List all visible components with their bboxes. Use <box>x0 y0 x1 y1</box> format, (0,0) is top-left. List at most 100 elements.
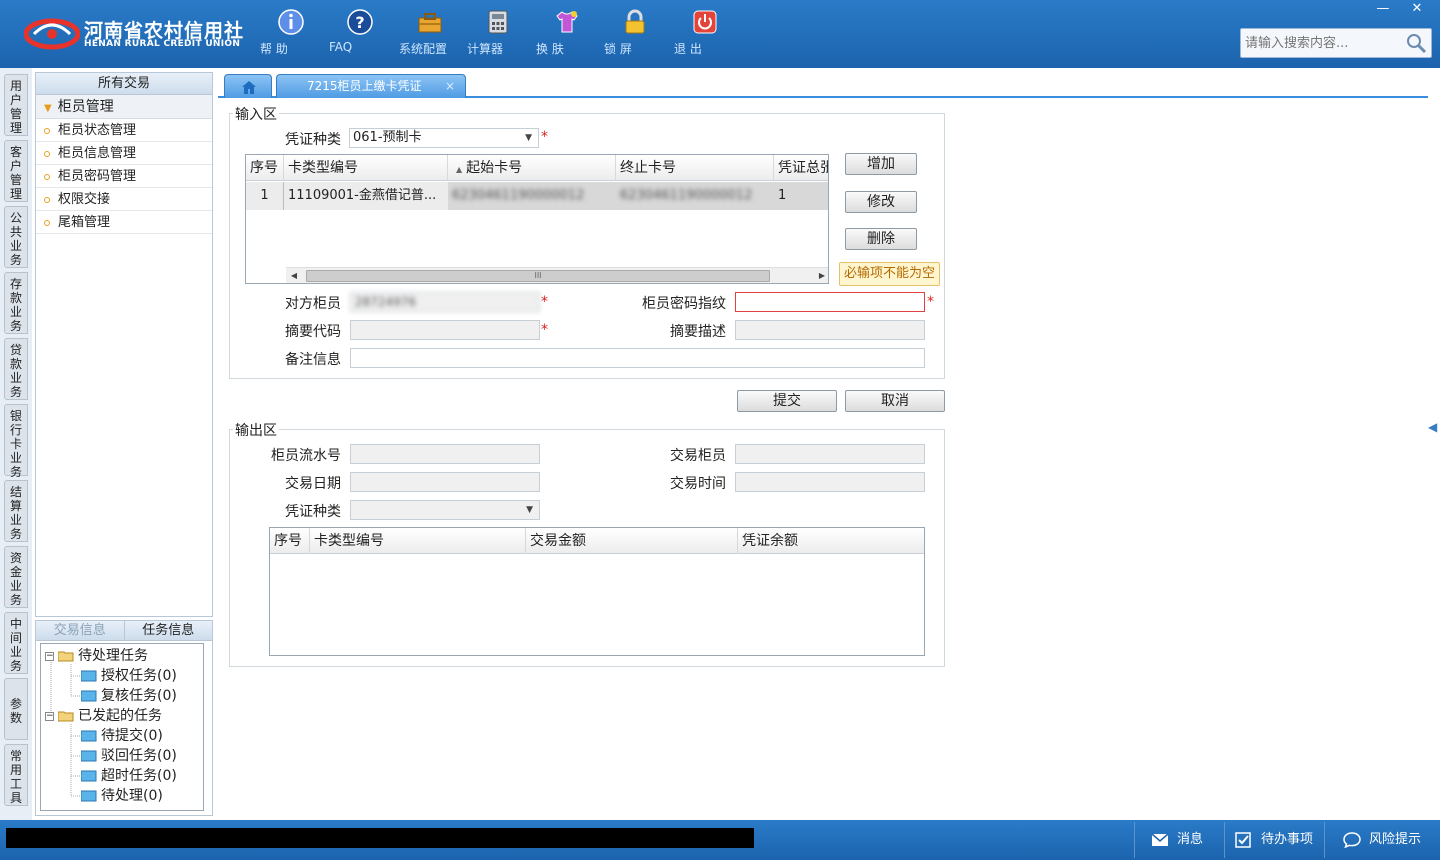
scroll-left-icon[interactable]: ◀ <box>286 268 302 283</box>
tree-node-to-submit[interactable]: 待提交(0) <box>81 726 163 746</box>
tab-close-icon[interactable]: × <box>445 75 455 97</box>
minimize-button[interactable]: — <box>1368 0 1398 18</box>
search-box <box>1240 28 1432 58</box>
nav-item-teller-password[interactable]: 柜员密码管理 <box>36 165 212 188</box>
status-message-area <box>6 828 754 848</box>
nav-group-teller-management[interactable]: ▼ 柜员管理 <box>36 95 212 119</box>
vtab-common-tools[interactable]: 常用工具 <box>4 744 28 806</box>
help-label: 帮 助 <box>260 42 288 56</box>
tab-home[interactable] <box>224 74 272 98</box>
cancel-button[interactable]: 取消 <box>845 390 945 412</box>
horizontal-scrollbar[interactable]: ◀ III ▶ <box>286 267 828 283</box>
tab-task-info[interactable]: 任务信息 <box>125 621 213 640</box>
table-row[interactable]: 1 11109001-金燕借记普... 6230461190000012 623… <box>246 182 828 210</box>
tree-node-initiated-tasks[interactable]: − 已发起的任务 <box>45 706 162 726</box>
collapse-icon[interactable]: − <box>45 651 54 661</box>
close-window-button[interactable]: ✕ <box>1402 0 1432 18</box>
voucher-type-select[interactable]: 061-预制卡 ▼ <box>349 128 539 148</box>
submit-button[interactable]: 提交 <box>737 390 837 412</box>
tab-transaction-info[interactable]: 交易信息 <box>36 621 125 640</box>
delete-button[interactable]: 删除 <box>845 228 917 250</box>
tree-node-timeout[interactable]: 超时任务(0) <box>81 766 177 786</box>
vtab-customer-management[interactable]: 客户管理 <box>4 140 28 202</box>
add-button[interactable]: 增加 <box>845 153 917 175</box>
search-icon[interactable] <box>1405 32 1427 54</box>
col-count[interactable]: 凭证总张 <box>774 155 828 181</box>
col-start-no[interactable]: ▲ 起始卡号 <box>448 155 616 181</box>
task-panel: 交易信息 任务信息 − 待处理任务 授权任务(0) 复核任务(0) − 已发起的任务… <box>35 620 213 816</box>
nav-item-teller-info[interactable]: 柜员信息管理 <box>36 142 212 165</box>
search-input[interactable] <box>1245 34 1405 52</box>
vtab-user-management[interactable]: 用户管理 <box>4 74 28 136</box>
vtab-intermediary-business[interactable]: 中间业务 <box>4 612 28 674</box>
right-panel-toggle-icon[interactable]: ◀ <box>1428 420 1437 470</box>
scroll-right-icon[interactable]: ▶ <box>814 268 828 283</box>
folder-icon <box>81 670 97 682</box>
tab-title: 7215柜员上缴卡凭证 <box>307 79 422 93</box>
calculator-button[interactable]: 计算器 <box>467 8 529 62</box>
summary-desc-field[interactable] <box>735 320 925 340</box>
vtab-bank-card-business[interactable]: 银行卡业务 <box>4 404 28 479</box>
info-icon <box>278 9 304 35</box>
col-index[interactable]: 序号 <box>270 528 310 554</box>
vtab-deposit-business[interactable]: 存款业务 <box>4 272 28 334</box>
remark-field[interactable] <box>350 348 925 368</box>
nav-item-permission-handover[interactable]: 权限交接 <box>36 188 212 211</box>
help-button[interactable]: 帮 助 <box>260 8 322 62</box>
tree-node-review-tasks[interactable]: 复核任务(0) <box>81 686 177 706</box>
validation-tooltip: 必输项不能为空 <box>839 262 941 286</box>
col-amount[interactable]: 交易金额 <box>526 528 738 554</box>
trans-time-label: 交易时间 <box>670 476 726 492</box>
col-card-type[interactable]: 卡类型编号 <box>284 155 448 181</box>
vtab-fund-business[interactable]: 资金业务 <box>4 546 28 608</box>
task-panel-tabs: 交易信息 任务信息 <box>36 621 212 641</box>
serial-no-field[interactable] <box>350 444 540 464</box>
vtab-parameters[interactable]: 参数 <box>4 678 28 740</box>
teller-password-label: 柜员密码指纹 <box>642 296 726 312</box>
vtab-loan-business[interactable]: 贷款业务 <box>4 338 28 400</box>
col-end-no[interactable]: 终止卡号 <box>616 155 774 181</box>
nav-item-teller-status[interactable]: 柜员状态管理 <box>36 119 212 142</box>
tab-teller-card-voucher[interactable]: 7215柜员上缴卡凭证 × <box>276 74 466 98</box>
folder-icon <box>81 790 97 802</box>
tree-node-rejected[interactable]: 驳回任务(0) <box>81 746 177 766</box>
nav-item-tail-box[interactable]: 尾箱管理 <box>36 211 212 234</box>
output-voucher-type-select[interactable]: ▼ <box>350 500 540 520</box>
brand-logo: 河南省农村信用社 HENAN RURAL CREDIT UNION <box>24 14 243 56</box>
tree-node-auth-tasks[interactable]: 授权任务(0) <box>81 666 177 686</box>
lock-screen-button[interactable]: 锁 屏 <box>604 8 666 62</box>
col-balance[interactable]: 凭证余额 <box>738 528 924 554</box>
scroll-thumb[interactable]: III <box>306 270 770 282</box>
messages-button[interactable]: 消息 <box>1134 822 1224 858</box>
system-config-button[interactable]: 系统配置 <box>399 8 461 62</box>
vtab-settlement-business[interactable]: 结算业务 <box>4 480 28 542</box>
col-card-type[interactable]: 卡类型编号 <box>310 528 526 554</box>
expand-arrow-icon: ▼ <box>44 103 52 114</box>
todo-button[interactable]: 待办事项 <box>1224 822 1324 858</box>
vtab-public-business[interactable]: 公共业务 <box>4 206 28 268</box>
required-mark: * <box>541 129 548 145</box>
risk-alert-button[interactable]: 风险提示 <box>1324 822 1440 858</box>
card-voucher-grid: 序号 卡类型编号 ▲ 起始卡号 终止卡号 凭证总张 1 11109001-金燕借记… <box>245 154 829 284</box>
edit-button[interactable]: 修改 <box>845 191 917 213</box>
power-icon <box>693 10 717 34</box>
collapse-icon[interactable]: − <box>45 711 54 721</box>
col-index[interactable]: 序号 <box>246 155 284 181</box>
trans-date-label: 交易日期 <box>285 476 341 492</box>
trans-date-field[interactable] <box>350 472 540 492</box>
trans-teller-field[interactable] <box>735 444 925 464</box>
summary-code-field[interactable] <box>350 320 540 340</box>
grid-header: 序号 卡类型编号 ▲ 起始卡号 终止卡号 凭证总张 <box>246 155 828 181</box>
trans-time-field[interactable] <box>735 472 925 492</box>
nav-item-label: 柜员状态管理 <box>58 123 137 138</box>
calculator-icon <box>488 10 508 34</box>
tree-node-to-process[interactable]: 待处理(0) <box>81 786 163 806</box>
exit-button[interactable]: 退 出 <box>674 8 736 62</box>
teller-password-field[interactable] <box>735 292 925 312</box>
tree-node-pending-tasks[interactable]: − 待处理任务 <box>45 646 148 666</box>
nav-item-label: 尾箱管理 <box>58 215 111 230</box>
faq-button[interactable]: ? FAQ <box>329 8 391 62</box>
skin-button[interactable]: 换 肤 <box>536 8 598 62</box>
cell-end-no: 6230461190000012 <box>620 188 753 203</box>
counterparty-teller-field[interactable]: 28724976 <box>350 292 540 312</box>
